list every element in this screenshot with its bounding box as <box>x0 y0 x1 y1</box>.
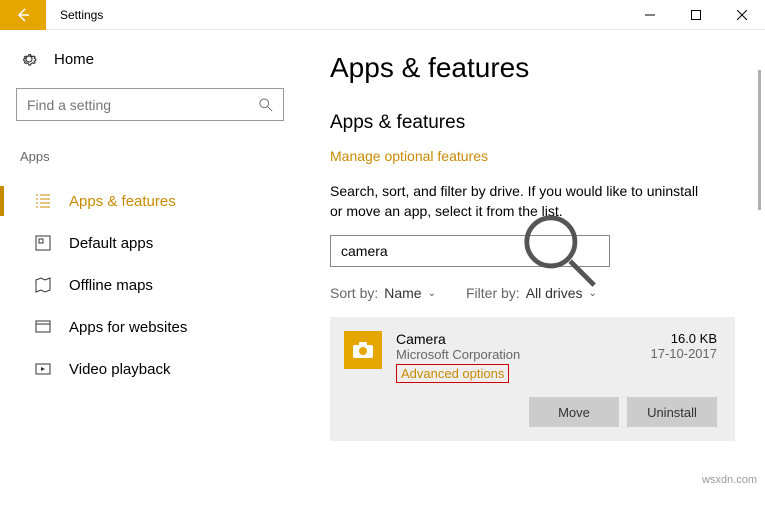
app-publisher: Microsoft Corporation <box>396 347 637 362</box>
arrow-left-icon <box>15 7 31 23</box>
websites-icon <box>34 319 51 336</box>
sidebar-item-label: Apps for websites <box>69 319 187 336</box>
app-tile-icon <box>344 331 382 369</box>
sort-by-dropdown[interactable]: Sort by: Name ⌄ <box>330 285 436 301</box>
search-icon <box>522 213 599 290</box>
defaults-icon <box>34 235 51 252</box>
sidebar-item-offline-maps[interactable]: Offline maps <box>16 264 284 306</box>
app-date: 17-10-2017 <box>651 346 718 361</box>
video-icon <box>34 361 51 378</box>
sidebar-item-label: Video playback <box>69 361 170 378</box>
sidebar-category: Apps <box>16 149 284 164</box>
section-title: Apps & features <box>330 112 735 134</box>
home-label: Home <box>54 51 94 68</box>
advanced-options-link[interactable]: Advanced options <box>396 364 509 383</box>
sidebar-item-video-playback[interactable]: Video playback <box>16 348 284 390</box>
page-title: Apps & features <box>330 52 735 84</box>
window-controls <box>627 0 765 30</box>
map-icon <box>34 277 51 294</box>
sidebar-item-label: Offline maps <box>69 277 153 294</box>
manage-optional-features-link[interactable]: Manage optional features <box>330 148 488 164</box>
app-search-input[interactable] <box>341 243 522 259</box>
list-icon <box>34 193 51 210</box>
filter-value: All drives <box>526 285 583 301</box>
maximize-icon <box>691 10 701 20</box>
watermark: wsxdn.com <box>702 474 757 486</box>
scrollbar[interactable] <box>758 70 761 210</box>
sidebar-item-apps-websites[interactable]: Apps for websites <box>16 306 284 348</box>
maximize-button[interactable] <box>673 0 719 30</box>
app-search-box[interactable] <box>330 235 610 267</box>
filter-by-dropdown[interactable]: Filter by: All drives ⌄ <box>466 285 597 301</box>
camera-icon <box>353 342 373 358</box>
search-icon <box>259 98 273 112</box>
section-description: Search, sort, and filter by drive. If yo… <box>330 182 710 221</box>
chevron-down-icon: ⌄ <box>588 288 596 299</box>
app-list-item[interactable]: Camera Microsoft Corporation Advanced op… <box>330 317 735 441</box>
settings-search-box[interactable] <box>16 88 284 121</box>
gear-icon <box>20 50 38 68</box>
main-panel: Apps & features Apps & features Manage o… <box>300 30 765 530</box>
move-button[interactable]: Move <box>529 397 619 427</box>
sidebar: Home Apps Apps & features Default apps O… <box>0 30 300 530</box>
app-name: Camera <box>396 331 637 347</box>
sort-label: Sort by: <box>330 285 378 301</box>
minimize-icon <box>645 10 655 20</box>
titlebar: Settings <box>0 0 765 30</box>
sidebar-item-default-apps[interactable]: Default apps <box>16 222 284 264</box>
close-button[interactable] <box>719 0 765 30</box>
sidebar-item-label: Apps & features <box>69 193 176 210</box>
chevron-down-icon: ⌄ <box>428 288 436 299</box>
window-title: Settings <box>60 8 103 22</box>
home-link[interactable]: Home <box>16 50 284 68</box>
back-button[interactable] <box>0 0 46 30</box>
close-icon <box>737 10 747 20</box>
sidebar-item-label: Default apps <box>69 235 153 252</box>
sidebar-item-apps-features[interactable]: Apps & features <box>16 180 284 222</box>
uninstall-button[interactable]: Uninstall <box>627 397 717 427</box>
filter-label: Filter by: <box>466 285 520 301</box>
sort-value: Name <box>384 285 421 301</box>
app-size: 16.0 KB <box>651 331 718 346</box>
minimize-button[interactable] <box>627 0 673 30</box>
settings-search-input[interactable] <box>27 97 259 113</box>
